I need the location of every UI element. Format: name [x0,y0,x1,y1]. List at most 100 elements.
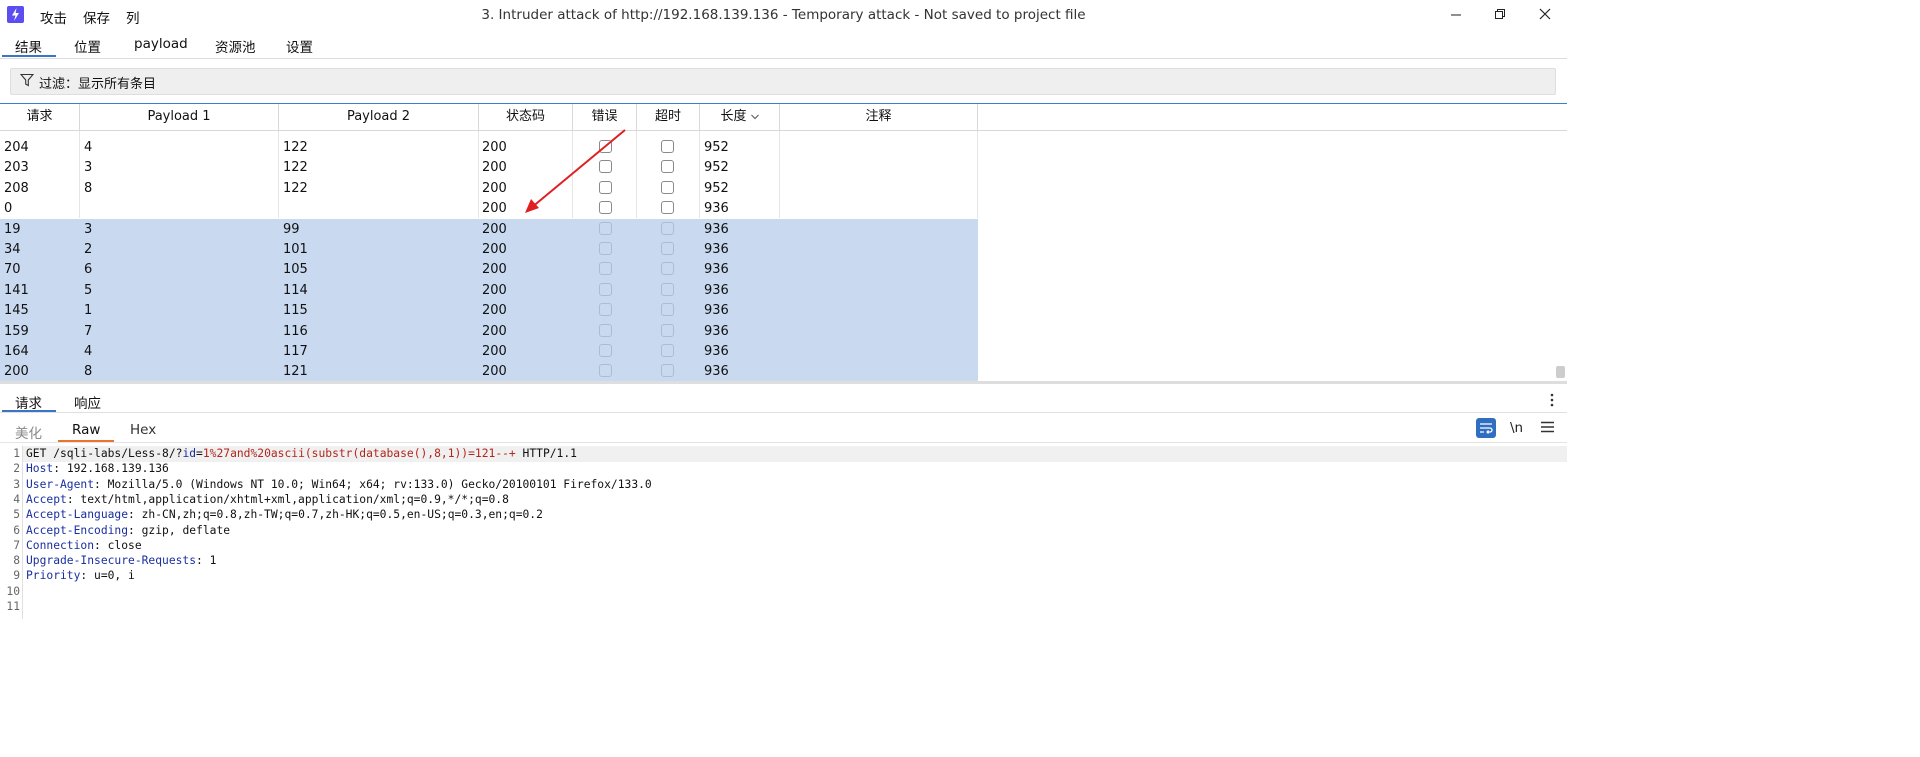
cell-status-code: 200 [482,140,507,155]
column-header-payload-1[interactable]: Payload 1 [80,104,279,130]
column-header-comment[interactable]: 注释 [780,104,978,130]
tab-pretty[interactable]: 美化 [15,422,42,442]
table-body: 204 4 122 200 952 203 3 122 200 952 208 8 122 200 952 0… [0,131,978,381]
filter-bar[interactable] [10,68,1556,95]
menu-attack[interactable]: 攻击 [40,7,67,27]
line-number: 11 [6,600,20,613]
more-options-icon[interactable] [1546,392,1558,408]
cell-status-code: 200 [482,282,507,298]
cell-status-code: 200 [482,303,507,319]
menu-columns[interactable]: 列 [126,7,140,27]
menu-icon[interactable] [1541,421,1554,433]
show-newlines-toggle[interactable]: \n [1510,420,1523,436]
cell-request: 34 [4,242,21,257]
word-wrap-icon[interactable] [1476,418,1496,438]
tab-results[interactable]: 结果 [15,36,42,56]
table-row[interactable]: 200 8 121 200 936 [0,361,978,381]
error-checkbox [599,303,612,317]
column-divider [79,131,80,218]
table-row[interactable]: 145 1 115 200 936 [0,300,978,321]
line-number: 2 [13,462,20,476]
header-value: : u=0, i [80,569,135,583]
table-row[interactable]: 203 3 122 200 952 [0,157,978,177]
header-value: : text/html,application/xhtml+xml,applic… [66,492,509,506]
table-row[interactable]: 208 8 122 200 952 [0,178,978,198]
red-arrow-annotation [525,129,626,213]
tab-resource-pool[interactable]: 资源池 [215,36,256,56]
code-line: Upgrade-Insecure-Requests: 1 [26,554,216,567]
column-header-request[interactable]: 请求 [0,104,80,130]
header-name: Accept [26,492,67,506]
cell-length: 936 [704,303,729,319]
column-divider [699,131,700,218]
line-number: 8 [13,554,20,568]
table-row[interactable]: 141 5 114 200 936 [0,279,978,301]
cell-payload-2: 122 [283,180,308,196]
timeout-checkbox [661,262,674,276]
cell-request: 203 [4,160,29,176]
cell-payload-1: 6 [84,262,93,278]
column-header-length[interactable]: 长度 [700,104,780,130]
table-row[interactable]: 204 4 122 200 952 [0,137,978,157]
line-number: 10 [6,584,20,598]
code-line: Connection: close [26,539,142,552]
header-name: Accept-Language [26,508,129,522]
close-icon[interactable] [1533,4,1557,26]
header-value: : zh-CN,zh;q=0.8,zh-TW;q=0.7,zh-HK;q=0.5… [128,508,543,522]
table-row[interactable]: 34 2 101 200 936 [0,239,978,260]
column-divider [478,131,479,218]
cell-payload-2: 122 [283,160,308,176]
cell-request: 159 [4,323,29,339]
tab-settings[interactable]: 设置 [286,36,313,56]
cell-length: 936 [704,364,729,380]
table-row[interactable]: 19 3 99 200 936 [0,218,978,239]
cell-length: 936 [704,221,729,237]
table-row[interactable]: 70 6 105 200 936 [0,259,978,280]
cell-payload-2: 117 [283,344,308,359]
filter-icon [19,73,35,87]
column-header-length-label: 长度 [720,109,747,124]
minimize-icon[interactable] [1444,4,1468,26]
code-line: User-Agent: Mozilla/5.0 (Windows NT 10.0… [26,478,652,491]
table-scrollbar-thumb[interactable] [1556,366,1565,378]
cell-length: 952 [704,180,729,196]
tab-raw[interactable]: Raw [72,422,100,438]
query-param-name: id [182,447,197,460]
timeout-checkbox [661,323,674,337]
tab-hex[interactable]: Hex [130,422,156,438]
table-row[interactable]: 0 200 936 [0,198,978,218]
column-divider [779,131,780,218]
cell-status-code: 200 [482,160,507,176]
split-divider[interactable] [0,381,1567,384]
menu-save[interactable]: 保存 [83,7,110,27]
tab-payloads[interactable]: payload [134,36,188,52]
cell-length: 952 [704,140,729,155]
code-line: Host: 192.168.139.136 [26,462,169,475]
cell-payload-1: 3 [84,160,93,176]
cell-payload-2: 115 [283,303,308,319]
filter-label[interactable]: 过滤：显示所有条目 [39,73,156,92]
query-param-equals: = [196,447,203,460]
cell-payload-1: 7 [84,323,93,339]
column-header-timeout[interactable]: 超时 [637,104,700,130]
tab-response[interactable]: 响应 [74,392,101,412]
timeout-checkbox [661,242,674,255]
column-header-payload-2[interactable]: Payload 2 [279,104,479,130]
cell-request: 0 [4,201,13,217]
header-name: Connection [26,538,95,552]
table-row[interactable]: 159 7 116 200 936 [0,320,978,341]
request-line-suffix: HTTP/1.1 [515,447,577,460]
header-name: User-Agent [26,477,95,491]
table-row[interactable]: 164 4 117 200 936 [0,341,978,362]
tab-positions[interactable]: 位置 [74,36,101,56]
cell-length: 936 [704,344,729,359]
cell-length: 936 [704,323,729,339]
cell-payload-2: 116 [283,323,308,339]
restore-icon[interactable] [1488,4,1512,26]
tab-request[interactable]: 请求 [15,392,42,412]
active-tab-indicator [2,55,56,57]
column-divider [636,131,637,218]
cell-status-code: 200 [482,221,507,237]
header-name: Priority [26,569,81,583]
header-value: : 1 [196,554,217,568]
